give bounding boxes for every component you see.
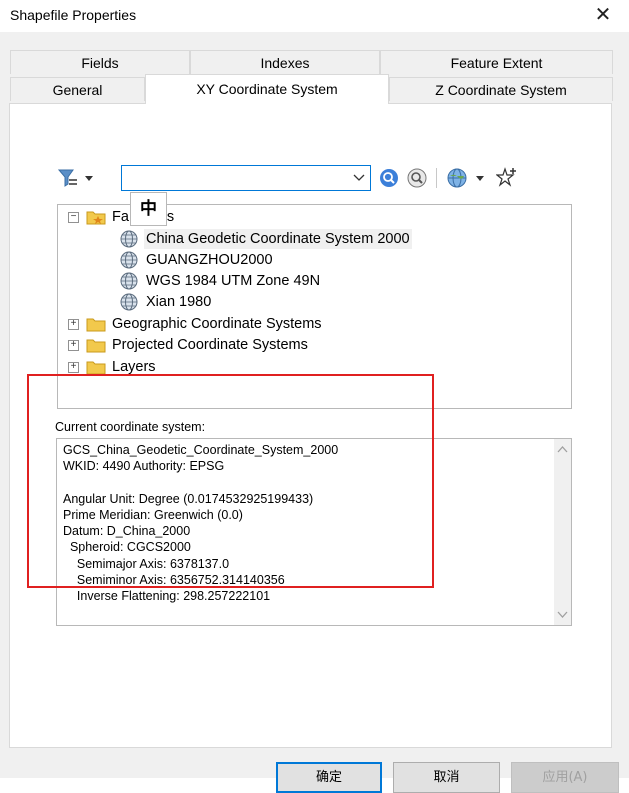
filter-dropdown-button[interactable] [57, 166, 97, 193]
tab-fields-label: Fields [81, 55, 119, 71]
tab-general-label: General [52, 82, 103, 98]
vertical-scrollbar[interactable] [554, 439, 571, 625]
tab-z-label: Z Coordinate System [435, 82, 567, 98]
tab-xy-label: XY Coordinate System [196, 81, 338, 97]
dialog-client: Fields Indexes Feature Extent General XY… [0, 32, 629, 793]
tree-node-label: GUANGZHOU2000 [146, 252, 273, 268]
toolbar-separator [436, 168, 437, 188]
tab-z-coordinate-system[interactable]: Z Coordinate System [389, 77, 613, 101]
globe-menu-button[interactable] [446, 167, 490, 192]
tab-feature-extent[interactable]: Feature Extent [380, 50, 613, 74]
scroll-down-icon[interactable] [557, 611, 568, 619]
clear-search-button[interactable] [406, 167, 428, 192]
tab-fields[interactable]: Fields [10, 50, 190, 74]
tree-node-label: Xian 1980 [146, 294, 212, 310]
tree-node-favorites[interactable]: − Fa s [58, 207, 458, 227]
expand-toggle-icon[interactable]: + [68, 362, 79, 373]
tree-node-guangzhou2000[interactable]: GUANGZHOU2000 [58, 250, 458, 270]
tab-indexes[interactable]: Indexes [190, 50, 380, 74]
search-button[interactable] [378, 167, 400, 192]
expand-toggle-icon[interactable]: + [68, 319, 79, 330]
scroll-up-icon[interactable] [557, 445, 568, 453]
tab-general[interactable]: General [10, 77, 145, 101]
title-bar: Shapefile Properties ✕ [0, 0, 629, 32]
filter-icon [57, 169, 93, 187]
close-icon: ✕ [594, 4, 612, 26]
collapse-toggle-icon[interactable]: − [68, 212, 79, 223]
folder-icon [86, 318, 106, 332]
cs-line: Inverse Flattening: 298.257222101 [63, 589, 271, 603]
tree-node-projected-cs[interactable]: + Projected Coordinate Systems [58, 335, 458, 355]
add-favorite-star-icon [495, 167, 516, 187]
tree-node-label: China Geodetic Coordinate System 2000 [144, 229, 412, 249]
tree-node-label: Geographic Coordinate Systems [112, 316, 322, 332]
tab-feature-extent-label: Feature Extent [450, 55, 543, 71]
close-button[interactable]: ✕ [591, 4, 615, 28]
expand-toggle-icon[interactable]: + [68, 340, 79, 351]
annotation-highlight-box [27, 374, 434, 588]
tree-node-geographic-cs[interactable]: + Geographic Coordinate Systems [58, 314, 458, 334]
window-title: Shapefile Properties [10, 7, 137, 23]
search-combobox[interactable] [121, 165, 371, 191]
globe-icon [120, 230, 138, 248]
add-favorite-button[interactable] [495, 166, 518, 191]
tree-node-wgs1984-utm49n[interactable]: WGS 1984 UTM Zone 49N [58, 271, 458, 291]
favorites-folder-icon [86, 211, 106, 225]
globe-icon [120, 272, 138, 290]
chevron-down-icon[interactable] [352, 170, 366, 186]
tree-node-cgcs2000[interactable]: China Geodetic Coordinate System 2000 [58, 229, 458, 249]
clear-search-icon [407, 168, 427, 188]
tree-node-label: Projected Coordinate Systems [112, 337, 308, 353]
globe-icon [120, 293, 138, 311]
tree-node-xian1980[interactable]: Xian 1980 [58, 292, 458, 312]
globe-icon [120, 251, 138, 269]
tab-xy-coordinate-system[interactable]: XY Coordinate System [145, 74, 389, 104]
ime-indicator: 中 [130, 192, 167, 226]
tab-indexes-label: Indexes [260, 55, 310, 71]
search-icon [380, 169, 398, 187]
globe-icon [447, 168, 484, 188]
tree-node-label: WGS 1984 UTM Zone 49N [146, 273, 321, 289]
folder-icon [86, 339, 106, 353]
